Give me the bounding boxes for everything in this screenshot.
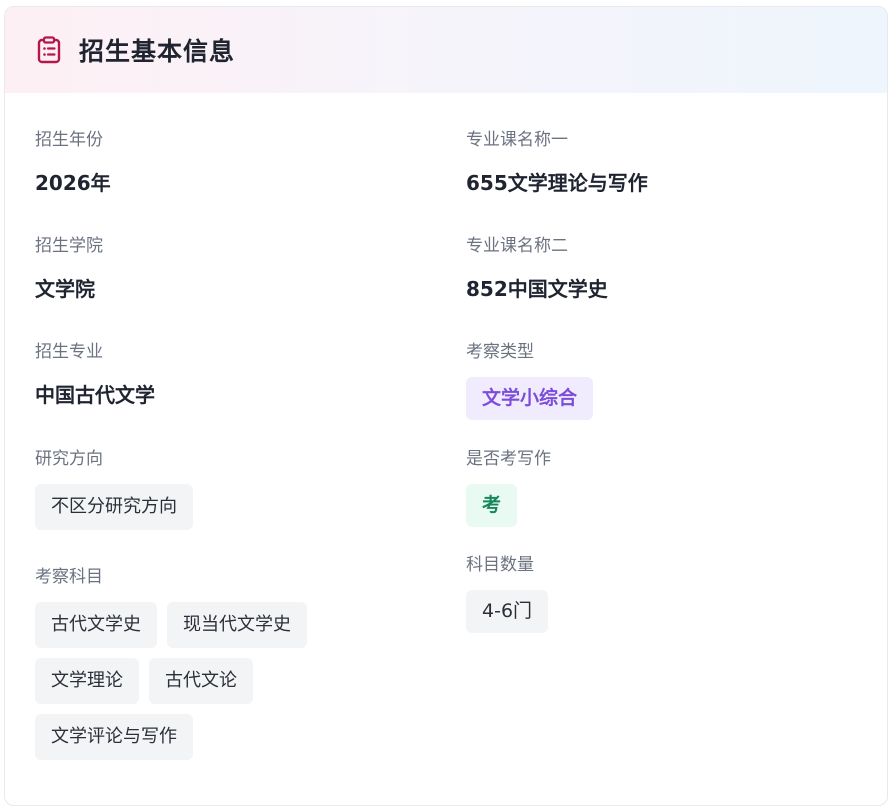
field-label: 专业课名称一 bbox=[466, 130, 568, 150]
field-label: 研究方向 bbox=[35, 449, 103, 469]
field-course-two: 专业课名称二 852中国文学史 bbox=[466, 235, 608, 303]
field-writing-required: 是否考写作 考 bbox=[466, 448, 551, 527]
field-label: 招生年份 bbox=[35, 130, 103, 150]
field-research-direction: 研究方向 不区分研究方向 bbox=[35, 448, 345, 530]
field-exam-type: 考察类型 文学小综合 bbox=[466, 341, 594, 420]
direction-tag: 不区分研究方向 bbox=[35, 484, 193, 530]
writing-badge: 考 bbox=[466, 484, 518, 527]
field-label: 考察类型 bbox=[466, 342, 534, 362]
field-label: 科目数量 bbox=[466, 555, 534, 575]
subject-tags: 古代文学史 现当代文学史 文学理论 古代文论 文学评论与写作 bbox=[35, 602, 345, 760]
subject-tag: 现当代文学史 bbox=[167, 602, 307, 648]
field-label: 考察科目 bbox=[35, 567, 103, 587]
subject-tag: 古代文学史 bbox=[35, 602, 157, 648]
subject-count-badge: 4-6门 bbox=[466, 590, 549, 633]
subject-tag: 文学评论与写作 bbox=[35, 714, 193, 760]
field-value: 655文学理论与写作 bbox=[466, 171, 648, 195]
field-admission-major: 招生专业 中国古代文学 bbox=[35, 341, 155, 409]
field-admission-college: 招生学院 文学院 bbox=[35, 235, 103, 303]
field-label: 招生专业 bbox=[35, 342, 103, 362]
field-exam-subjects: 考察科目 古代文学史 现当代文学史 文学理论 古代文论 文学评论与写作 bbox=[35, 566, 345, 760]
exam-type-badge: 文学小综合 bbox=[466, 377, 594, 420]
subject-tag: 古代文论 bbox=[149, 658, 253, 704]
direction-tags: 不区分研究方向 bbox=[35, 484, 345, 530]
field-label: 是否考写作 bbox=[466, 449, 551, 469]
field-label: 专业课名称二 bbox=[466, 236, 568, 256]
field-label: 招生学院 bbox=[35, 236, 103, 256]
field-value: 文学院 bbox=[35, 277, 95, 301]
field-value: 2026年 bbox=[35, 171, 111, 195]
field-value: 852中国文学史 bbox=[466, 277, 608, 301]
field-course-one: 专业课名称一 655文学理论与写作 bbox=[466, 129, 648, 197]
admission-info-card: 招生基本信息 招生年份 2026年 招生学院 文学院 招生专业 中国古代文学 研… bbox=[4, 6, 888, 806]
subject-tag: 文学理论 bbox=[35, 658, 139, 704]
field-value: 中国古代文学 bbox=[35, 383, 155, 407]
card-header: 招生基本信息 bbox=[5, 7, 887, 93]
field-subject-count: 科目数量 4-6门 bbox=[466, 554, 549, 633]
clipboard-icon bbox=[35, 36, 63, 64]
field-admission-year: 招生年份 2026年 bbox=[35, 129, 111, 197]
card-title: 招生基本信息 bbox=[79, 37, 236, 66]
